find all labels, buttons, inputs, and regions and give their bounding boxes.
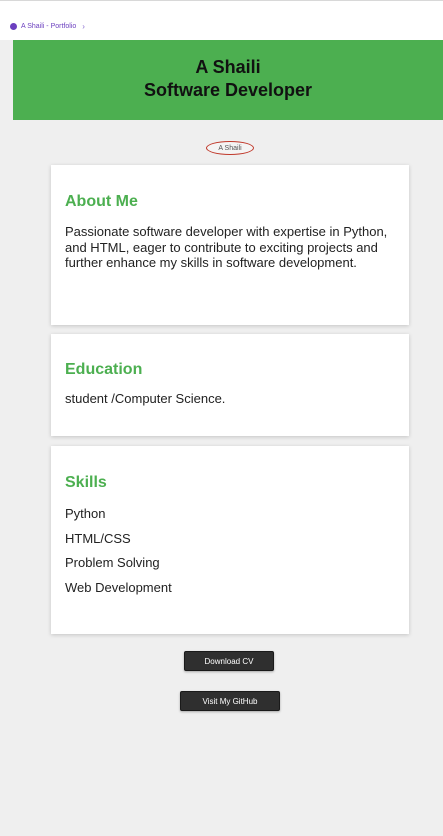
about-me-heading: About Me [65, 193, 138, 210]
globe-icon [10, 22, 17, 30]
visit-github-button[interactable]: Visit My GitHub [180, 691, 280, 711]
header-role: Software Developer [143, 80, 313, 100]
skills-card: Skills Python HTML/CSS Problem Solving W… [51, 446, 409, 634]
education-card: Education student /Computer Science. [51, 334, 409, 436]
avatar-alt-text: A Shaili [218, 144, 242, 152]
skills-heading: Skills [65, 474, 107, 491]
skill-item: HTML/CSS [65, 530, 131, 546]
skill-item: Python [65, 506, 106, 521]
about-me-card: About Me Passionate software developer w… [51, 165, 409, 325]
avatar: A Shaili [206, 141, 254, 155]
page-header: A Shaili Software Developer [13, 40, 443, 120]
header-name: A Shaili [195, 57, 261, 77]
tab-breadcrumb[interactable]: A Shaili - Portfolio › [10, 19, 85, 33]
education-heading: Education [65, 361, 143, 378]
education-text: student /Computer Science. [65, 391, 226, 406]
chevron-right-icon: › [82, 21, 85, 31]
download-cv-button[interactable]: Download CV [184, 651, 274, 671]
skills-list: Python HTML/CSS Problem Solving Web Deve… [65, 502, 395, 600]
skill-item: Problem Solving [65, 555, 160, 570]
tab-title: A Shaili - Portfolio [21, 22, 77, 30]
about-me-text: Passionate software developer with exper… [65, 224, 388, 270]
browser-top-bar: A Shaili - Portfolio › [0, 0, 443, 40]
skill-item: Web Development [65, 579, 172, 595]
